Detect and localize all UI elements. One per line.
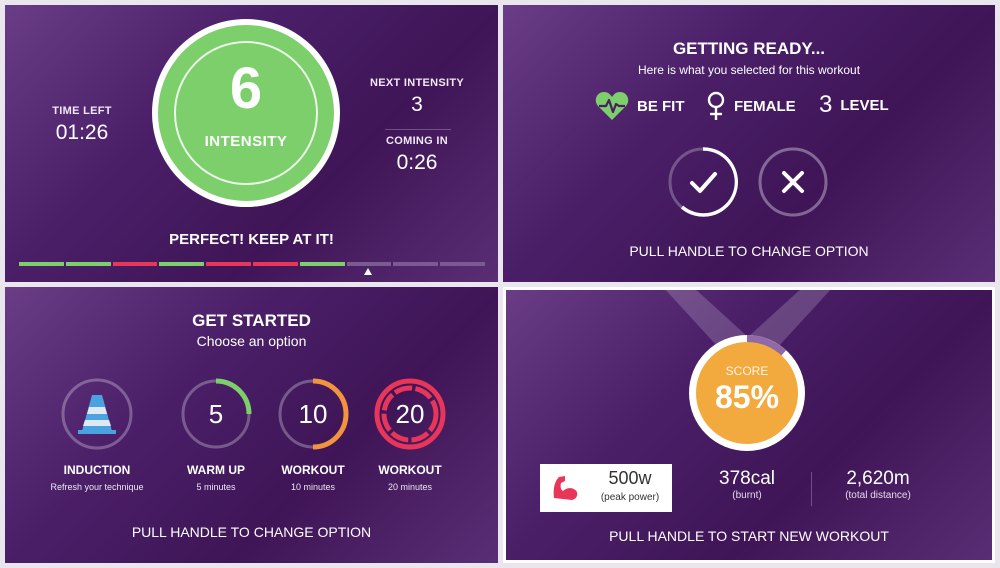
progress-marker-icon [364,268,372,275]
close-icon [782,171,804,193]
cancel-button[interactable] [758,147,828,217]
calories-stat: 378cal (burnt) [699,468,795,501]
intensity-segment [440,262,485,266]
intensity-panel: TIME LEFT 01:26 6 INTENSITY NEXT INTENSI… [5,5,498,282]
get-started-panel: GET STARTED Choose an option INDUCTION R… [5,287,498,563]
change-option-hint: PULL HANDLE TO CHANGE OPTION [629,243,869,259]
distance-label: (total distance) [845,490,911,501]
calories-value: 378cal [719,468,775,489]
distance-stat: 2,620m (total distance) [825,468,931,501]
level-value: 3 [819,91,833,118]
intensity-dial: 6 INTENSITY [152,19,340,207]
feedback-message: PERFECT! KEEP AT IT! [169,231,334,248]
level-label: LEVEL [840,96,889,114]
option-value: 5 [209,399,223,429]
time-left: TIME LEFT 01:26 [45,105,119,145]
level-selection: 3 LEVEL [819,91,889,119]
goal-selection: BE FIT [595,91,685,121]
intensity-segment [393,262,439,266]
results-panel: SCORE 85% 500w (peak power) 378cal (burn… [503,287,995,563]
getting-ready-panel: GETTING READY... Here is what you select… [503,5,995,282]
option-sub: 20 minutes [387,482,433,492]
intensity-label: INTENSITY [204,133,288,150]
goal-label: BE FIT [637,97,685,115]
getting-ready-title: GETTING READY... [672,39,826,58]
new-workout-hint: PULL HANDLE TO START NEW WORKOUT [609,528,889,544]
dashboard-screen: TIME LEFT 01:26 6 INTENSITY NEXT INTENSI… [0,0,1000,568]
power-label: (peak power) [600,492,660,503]
workout-10-option[interactable]: 10 [276,377,350,451]
divider [811,472,812,506]
gender-label: FEMALE [734,97,796,115]
option-value: 10 [299,399,328,429]
intensity-segment [206,262,251,266]
intensity-segment [19,262,64,266]
getting-ready-subtitle: Here is what you selected for this worko… [637,63,861,77]
time-left-value: 01:26 [55,121,109,144]
score-value: 85% [714,379,780,415]
intensity-progress-bar [19,262,485,266]
coming-in: COMING IN 0:26 [367,135,467,175]
option-value: 20 [396,399,425,429]
intensity-segment [159,262,205,266]
next-intensity-label: NEXT INTENSITY [369,77,465,89]
confirm-button[interactable] [668,147,738,217]
induction-option[interactable] [60,377,134,451]
intensity-value: 6 [229,56,263,121]
intensity-segment [65,262,111,266]
intensity-segment [299,262,345,266]
option-sub: Refresh your technique [50,482,144,492]
power-value: 500w [608,468,652,488]
score-label: SCORE [725,364,769,378]
workout-20-option[interactable]: 20 [373,377,447,451]
coming-in-label: COMING IN [386,135,448,147]
intensity-segment [346,262,392,266]
next-intensity: NEXT INTENSITY 3 [367,77,467,117]
option-label: WARM UP [187,463,245,477]
check-icon [690,172,717,193]
change-option-hint: PULL HANDLE TO CHANGE OPTION [131,524,372,540]
intensity-segment [112,262,158,266]
distance-value: 2,620m [846,468,910,489]
female-icon [707,91,725,120]
score-medal: SCORE 85% [689,335,805,451]
option-label: INDUCTION [63,463,131,477]
get-started-title: GET STARTED [192,311,311,330]
flexed-arm-icon [553,476,578,500]
get-started-subtitle: Choose an option [196,333,307,349]
calories-label: (burnt) [732,490,762,501]
coming-in-value: 0:26 [396,151,438,174]
warm-up-option[interactable]: 5 [179,377,253,451]
divider [385,129,451,130]
peak-power-stat: 500w (peak power) [540,464,672,512]
cone-icon [78,395,116,434]
next-intensity-value: 3 [411,93,423,116]
option-label: WORKOUT [281,463,345,477]
time-left-label: TIME LEFT [52,105,112,117]
gender-selection: FEMALE [706,91,796,121]
option-label: WORKOUT [378,463,442,477]
heart-pulse-icon [595,92,629,120]
intensity-segment [252,262,298,266]
